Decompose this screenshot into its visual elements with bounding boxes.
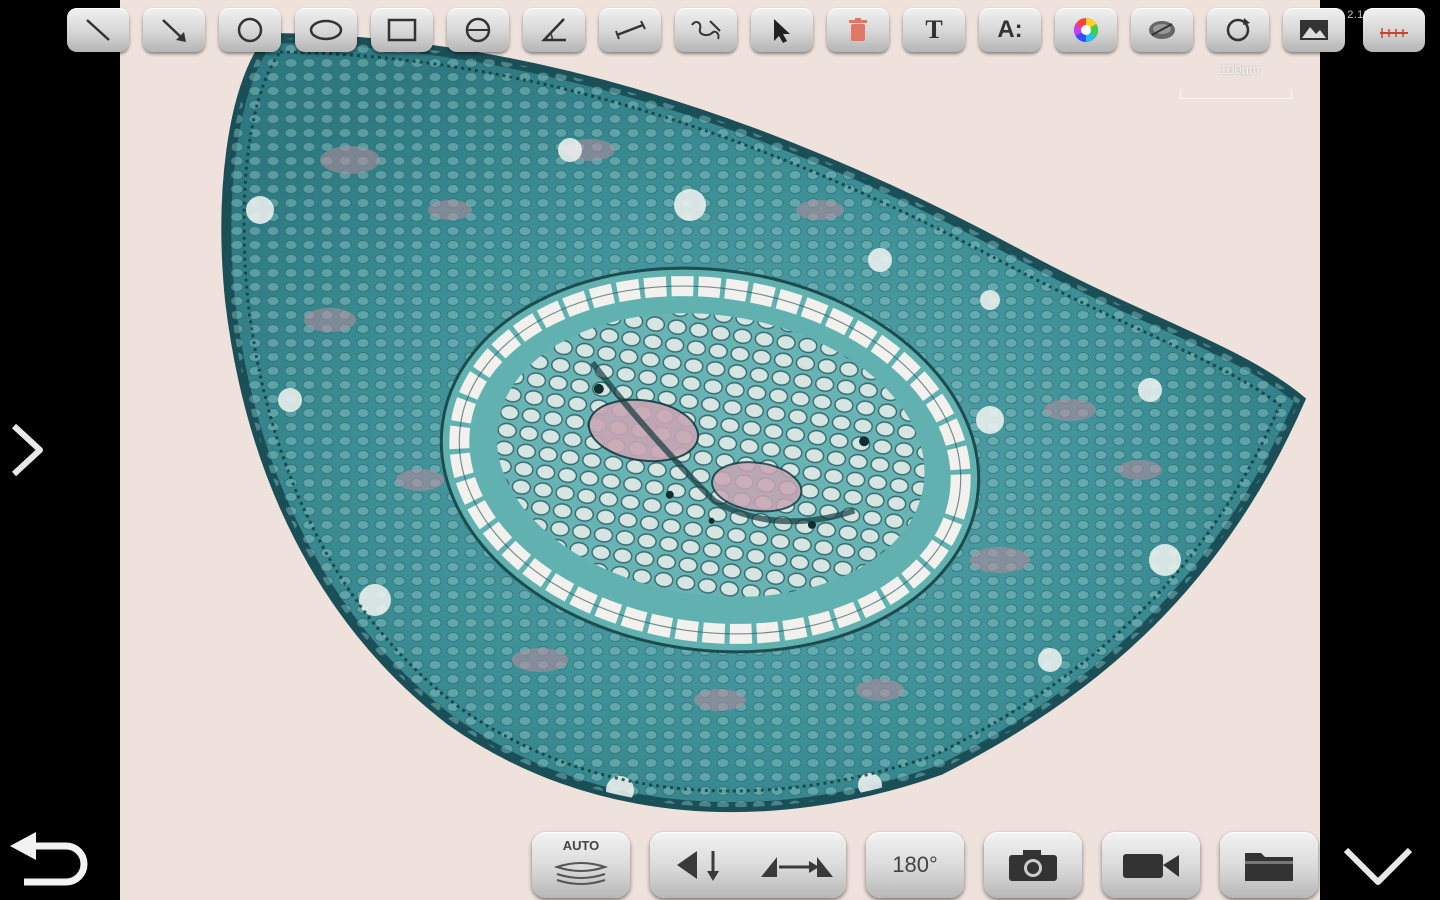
video-camera-icon	[1123, 854, 1179, 878]
rotate-180-button[interactable]: 180°	[866, 832, 964, 898]
radius-circle-tool[interactable]	[447, 8, 509, 52]
freehand-icon	[691, 20, 721, 40]
line-icon	[86, 19, 110, 41]
color-wheel-icon	[1073, 17, 1099, 42]
video-button[interactable]	[1102, 832, 1200, 898]
chevron-right-icon	[11, 423, 43, 477]
delete-tool[interactable]	[827, 8, 889, 52]
arrow-tool[interactable]	[143, 8, 205, 52]
camera-icon	[1009, 850, 1057, 881]
auto-label: AUTO	[562, 838, 600, 853]
auto-exposure-button[interactable]: AUTO	[532, 832, 630, 898]
freehand-tool[interactable]	[675, 8, 737, 52]
font-size-tool[interactable]: A:	[979, 8, 1041, 52]
circle-icon	[237, 17, 263, 43]
scale-icon	[1380, 28, 1408, 38]
font-size-icon: A:	[997, 16, 1023, 43]
ellipse-icon	[309, 19, 343, 41]
expand-panel-button[interactable]	[4, 420, 48, 480]
flip-horizontal-button[interactable]	[748, 832, 846, 898]
image-tool[interactable]	[1283, 8, 1345, 52]
trash-icon	[849, 18, 867, 41]
scale-bar-label: 100µm	[1219, 62, 1260, 77]
calibrate-icon	[1149, 21, 1175, 39]
flip-vertical-button[interactable]	[650, 832, 748, 898]
flip-group	[650, 832, 846, 898]
select-tool[interactable]	[751, 8, 813, 52]
flip-horizontal-icon	[761, 857, 833, 877]
rectangle-tool[interactable]	[371, 8, 433, 52]
rotate-tool[interactable]	[1207, 8, 1269, 52]
back-button[interactable]	[4, 832, 96, 894]
angle-icon	[541, 18, 566, 42]
angle-tool[interactable]	[523, 8, 585, 52]
arrow-icon	[162, 19, 186, 42]
text-icon: T	[925, 15, 943, 44]
ruler-icon	[615, 20, 646, 40]
pointer-icon	[774, 19, 790, 43]
back-icon	[10, 832, 88, 886]
radius-circle-icon	[465, 17, 491, 43]
line-tool[interactable]	[67, 8, 129, 52]
color-tool[interactable]	[1055, 8, 1117, 52]
flip-vertical-icon	[677, 851, 719, 881]
specimen-image	[221, 32, 1307, 813]
ellipse-tool[interactable]	[295, 8, 357, 52]
rectangle-icon	[387, 18, 417, 42]
circle-tool[interactable]	[219, 8, 281, 52]
folder-icon	[1245, 853, 1293, 881]
scale-tool[interactable]	[1363, 8, 1425, 52]
microscope-viewport[interactable]: 100µm	[120, 0, 1320, 900]
folder-button[interactable]	[1220, 832, 1318, 898]
scale-bar-line	[1180, 90, 1292, 99]
image-icon	[1300, 20, 1328, 40]
chevron-down-icon	[1343, 847, 1413, 885]
collapse-button[interactable]	[1340, 842, 1416, 890]
calibrate-tool[interactable]	[1131, 8, 1193, 52]
text-tool[interactable]: T	[903, 8, 965, 52]
scale-bar: 100µm	[1180, 62, 1300, 106]
ruler-tool[interactable]	[599, 8, 661, 52]
layers-icon	[553, 862, 609, 885]
camera-button[interactable]	[984, 832, 1082, 898]
rotate-180-label: 180°	[892, 852, 938, 877]
rotate-icon	[1226, 18, 1250, 42]
